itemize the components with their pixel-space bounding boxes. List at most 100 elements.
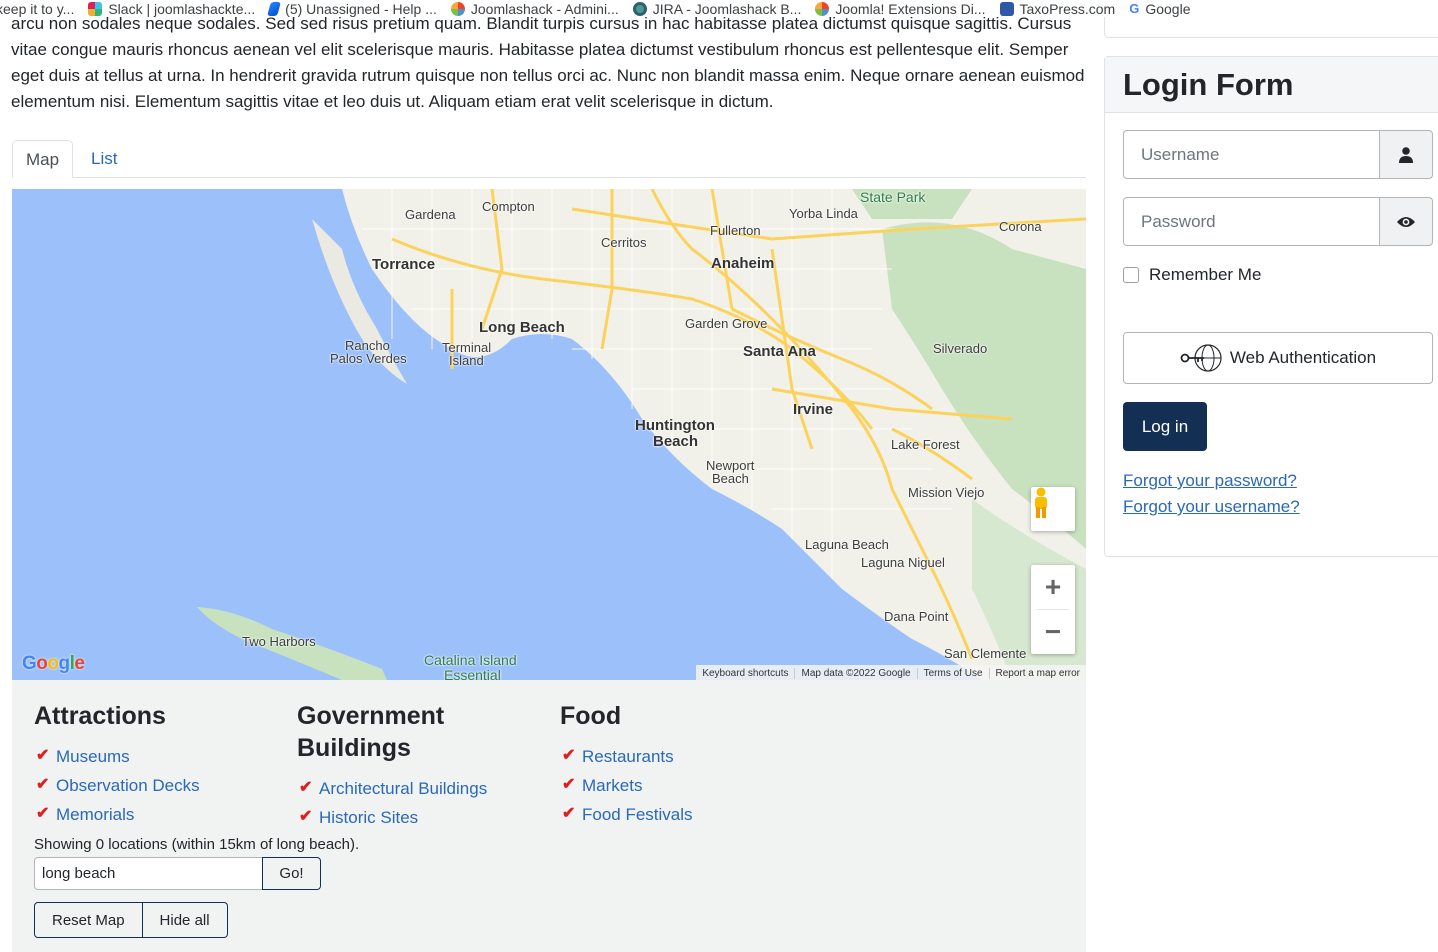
category-title: Food <box>560 702 622 730</box>
category-food: Food Restaurants Markets Food Festivals <box>560 700 800 829</box>
category-label[interactable]: Markets <box>582 776 642 796</box>
map-place-label: Lake Forest <box>891 437 960 452</box>
username-field-group <box>1123 130 1433 179</box>
map-place-label: Fullerton <box>710 223 761 238</box>
web-authentication-label: Web Authentication <box>1229 348 1377 367</box>
password-field-group <box>1123 197 1433 246</box>
show-password-icon[interactable] <box>1379 197 1433 246</box>
location-search-group: Go! <box>34 857 321 890</box>
map-place-label: Dana Point <box>884 609 949 624</box>
category-attractions: Attractions Museums Observation Decks Me… <box>34 700 274 829</box>
category-item[interactable]: Museums <box>34 742 274 771</box>
map-place-label: Laguna Niguel <box>861 555 945 570</box>
category-label[interactable]: Memorials <box>56 805 134 825</box>
go-button[interactable]: Go! <box>262 857 321 890</box>
map-tiles <box>12 189 1086 680</box>
password-field[interactable] <box>1123 197 1379 246</box>
bookmark-label: Google <box>1145 0 1191 17</box>
pegman-icon <box>1035 487 1047 518</box>
google-icon: G <box>1129 1 1140 16</box>
map-place-label: Laguna Beach <box>805 537 889 552</box>
category-item[interactable]: Food Festivals <box>560 800 800 829</box>
category-label[interactable]: Food Festivals <box>582 805 693 825</box>
street-view-pegman-icon[interactable] <box>1031 487 1075 531</box>
map-place-label: Beach <box>712 471 749 486</box>
map-place-label: Garden Grove <box>685 316 768 331</box>
zoom-control: + − <box>1031 565 1075 654</box>
pacific-ocean <box>12 189 982 680</box>
user-icon-svg <box>1399 146 1413 163</box>
forgot-username-link[interactable]: Forgot your username? <box>1123 497 1300 517</box>
remember-me-checkbox[interactable] <box>1123 267 1139 283</box>
forgot-password-link[interactable]: Forgot your password? <box>1123 471 1297 491</box>
category-label[interactable]: Restaurants <box>582 747 674 767</box>
report-error-link[interactable]: Report a map error <box>990 668 1086 679</box>
passkey-icon <box>1180 344 1222 372</box>
map-place-label: Huntington <box>635 417 715 434</box>
view-tabs: Map List <box>12 140 1086 178</box>
checkbox-checked-icon[interactable] <box>562 774 577 794</box>
location-status-text: Showing 0 locations (within 15km of long… <box>34 836 360 853</box>
map-place-label: Two Harbors <box>242 634 316 649</box>
bookmark-item[interactable]: G Google <box>1129 1 1190 17</box>
map-place-label: Essential <box>444 667 501 680</box>
google-logo: Google <box>22 653 85 674</box>
map-place-label: Santa Ana <box>743 343 816 360</box>
hide-all-button[interactable]: Hide all <box>142 902 228 938</box>
checkbox-checked-icon[interactable] <box>299 777 314 797</box>
checkbox-checked-icon[interactable] <box>562 745 577 765</box>
map-place-label: Mission Viejo <box>908 485 985 500</box>
category-item[interactable]: Historic Sites <box>297 803 537 832</box>
remember-me-label: Remember Me <box>1149 265 1262 284</box>
category-item[interactable]: Markets <box>560 771 800 800</box>
map-place-label: San Clemente <box>944 646 1027 661</box>
category-label[interactable]: Observation Decks <box>56 776 200 796</box>
map-place-label: Palos Verdes <box>330 351 407 366</box>
map-place-label: Long Beach <box>479 319 565 336</box>
map-place-label: Beach <box>653 433 699 450</box>
checkbox-checked-icon[interactable] <box>36 803 51 823</box>
checkbox-checked-icon[interactable] <box>36 774 51 794</box>
checkbox-checked-icon[interactable] <box>562 803 577 823</box>
terms-link[interactable]: Terms of Use <box>918 667 990 679</box>
article-paragraph: arcu non sodales neque sodales. Sed sed … <box>11 14 1085 111</box>
tab-list[interactable]: List <box>78 140 130 178</box>
map-place-label: Compton <box>482 199 535 214</box>
category-item[interactable]: Restaurants <box>560 742 800 771</box>
category-item[interactable]: Observation Decks <box>34 771 274 800</box>
login-header: Login Form <box>1105 57 1438 113</box>
map-place-label: Gardena <box>405 207 456 222</box>
category-title: Attractions <box>34 702 166 730</box>
reset-map-button[interactable]: Reset Map <box>34 902 143 938</box>
map-place-label: Yorba Linda <box>789 206 858 221</box>
zoom-out-button[interactable]: − <box>1031 610 1075 654</box>
web-authentication-button[interactable]: Web Authentication <box>1123 332 1433 384</box>
category-label[interactable]: Historic Sites <box>319 808 418 828</box>
category-government: Government Buildings Architectural Build… <box>297 700 537 832</box>
login-button[interactable]: Log in <box>1123 402 1207 451</box>
map-place-label: Silverado <box>933 341 988 356</box>
zoom-in-button[interactable]: + <box>1031 565 1075 609</box>
login-title: Login Form <box>1123 67 1294 102</box>
category-label[interactable]: Architectural Buildings <box>319 779 487 799</box>
category-item[interactable]: Memorials <box>34 800 274 829</box>
username-field[interactable] <box>1123 130 1379 179</box>
map-attribution: Keyboard shortcuts Map data ©2022 Google… <box>696 665 1086 680</box>
checkbox-checked-icon[interactable] <box>36 745 51 765</box>
checkbox-checked-icon[interactable] <box>299 806 314 826</box>
map-canvas[interactable]: Compton Gardena Yorba Linda State Park C… <box>12 189 1086 680</box>
category-item[interactable]: Architectural Buildings <box>297 774 537 803</box>
map-place-label: State Park <box>860 189 926 205</box>
eye-icon <box>1397 216 1415 227</box>
location-search-input[interactable] <box>34 857 262 890</box>
login-form: Login Form Remember Me Web Authenticatio… <box>1104 56 1438 557</box>
keyboard-shortcuts-link[interactable]: Keyboard shortcuts <box>696 667 796 679</box>
tab-map[interactable]: Map <box>12 140 74 178</box>
map-place-label: Cerritos <box>601 235 647 250</box>
category-label[interactable]: Museums <box>56 747 130 767</box>
map-place-label: Island <box>449 353 484 368</box>
map-place-label: Torrance <box>372 256 436 273</box>
map-place-label: Catalina Island <box>424 652 517 668</box>
map-place-label: Corona <box>999 219 1042 234</box>
remember-me[interactable]: Remember Me <box>1123 265 1261 285</box>
